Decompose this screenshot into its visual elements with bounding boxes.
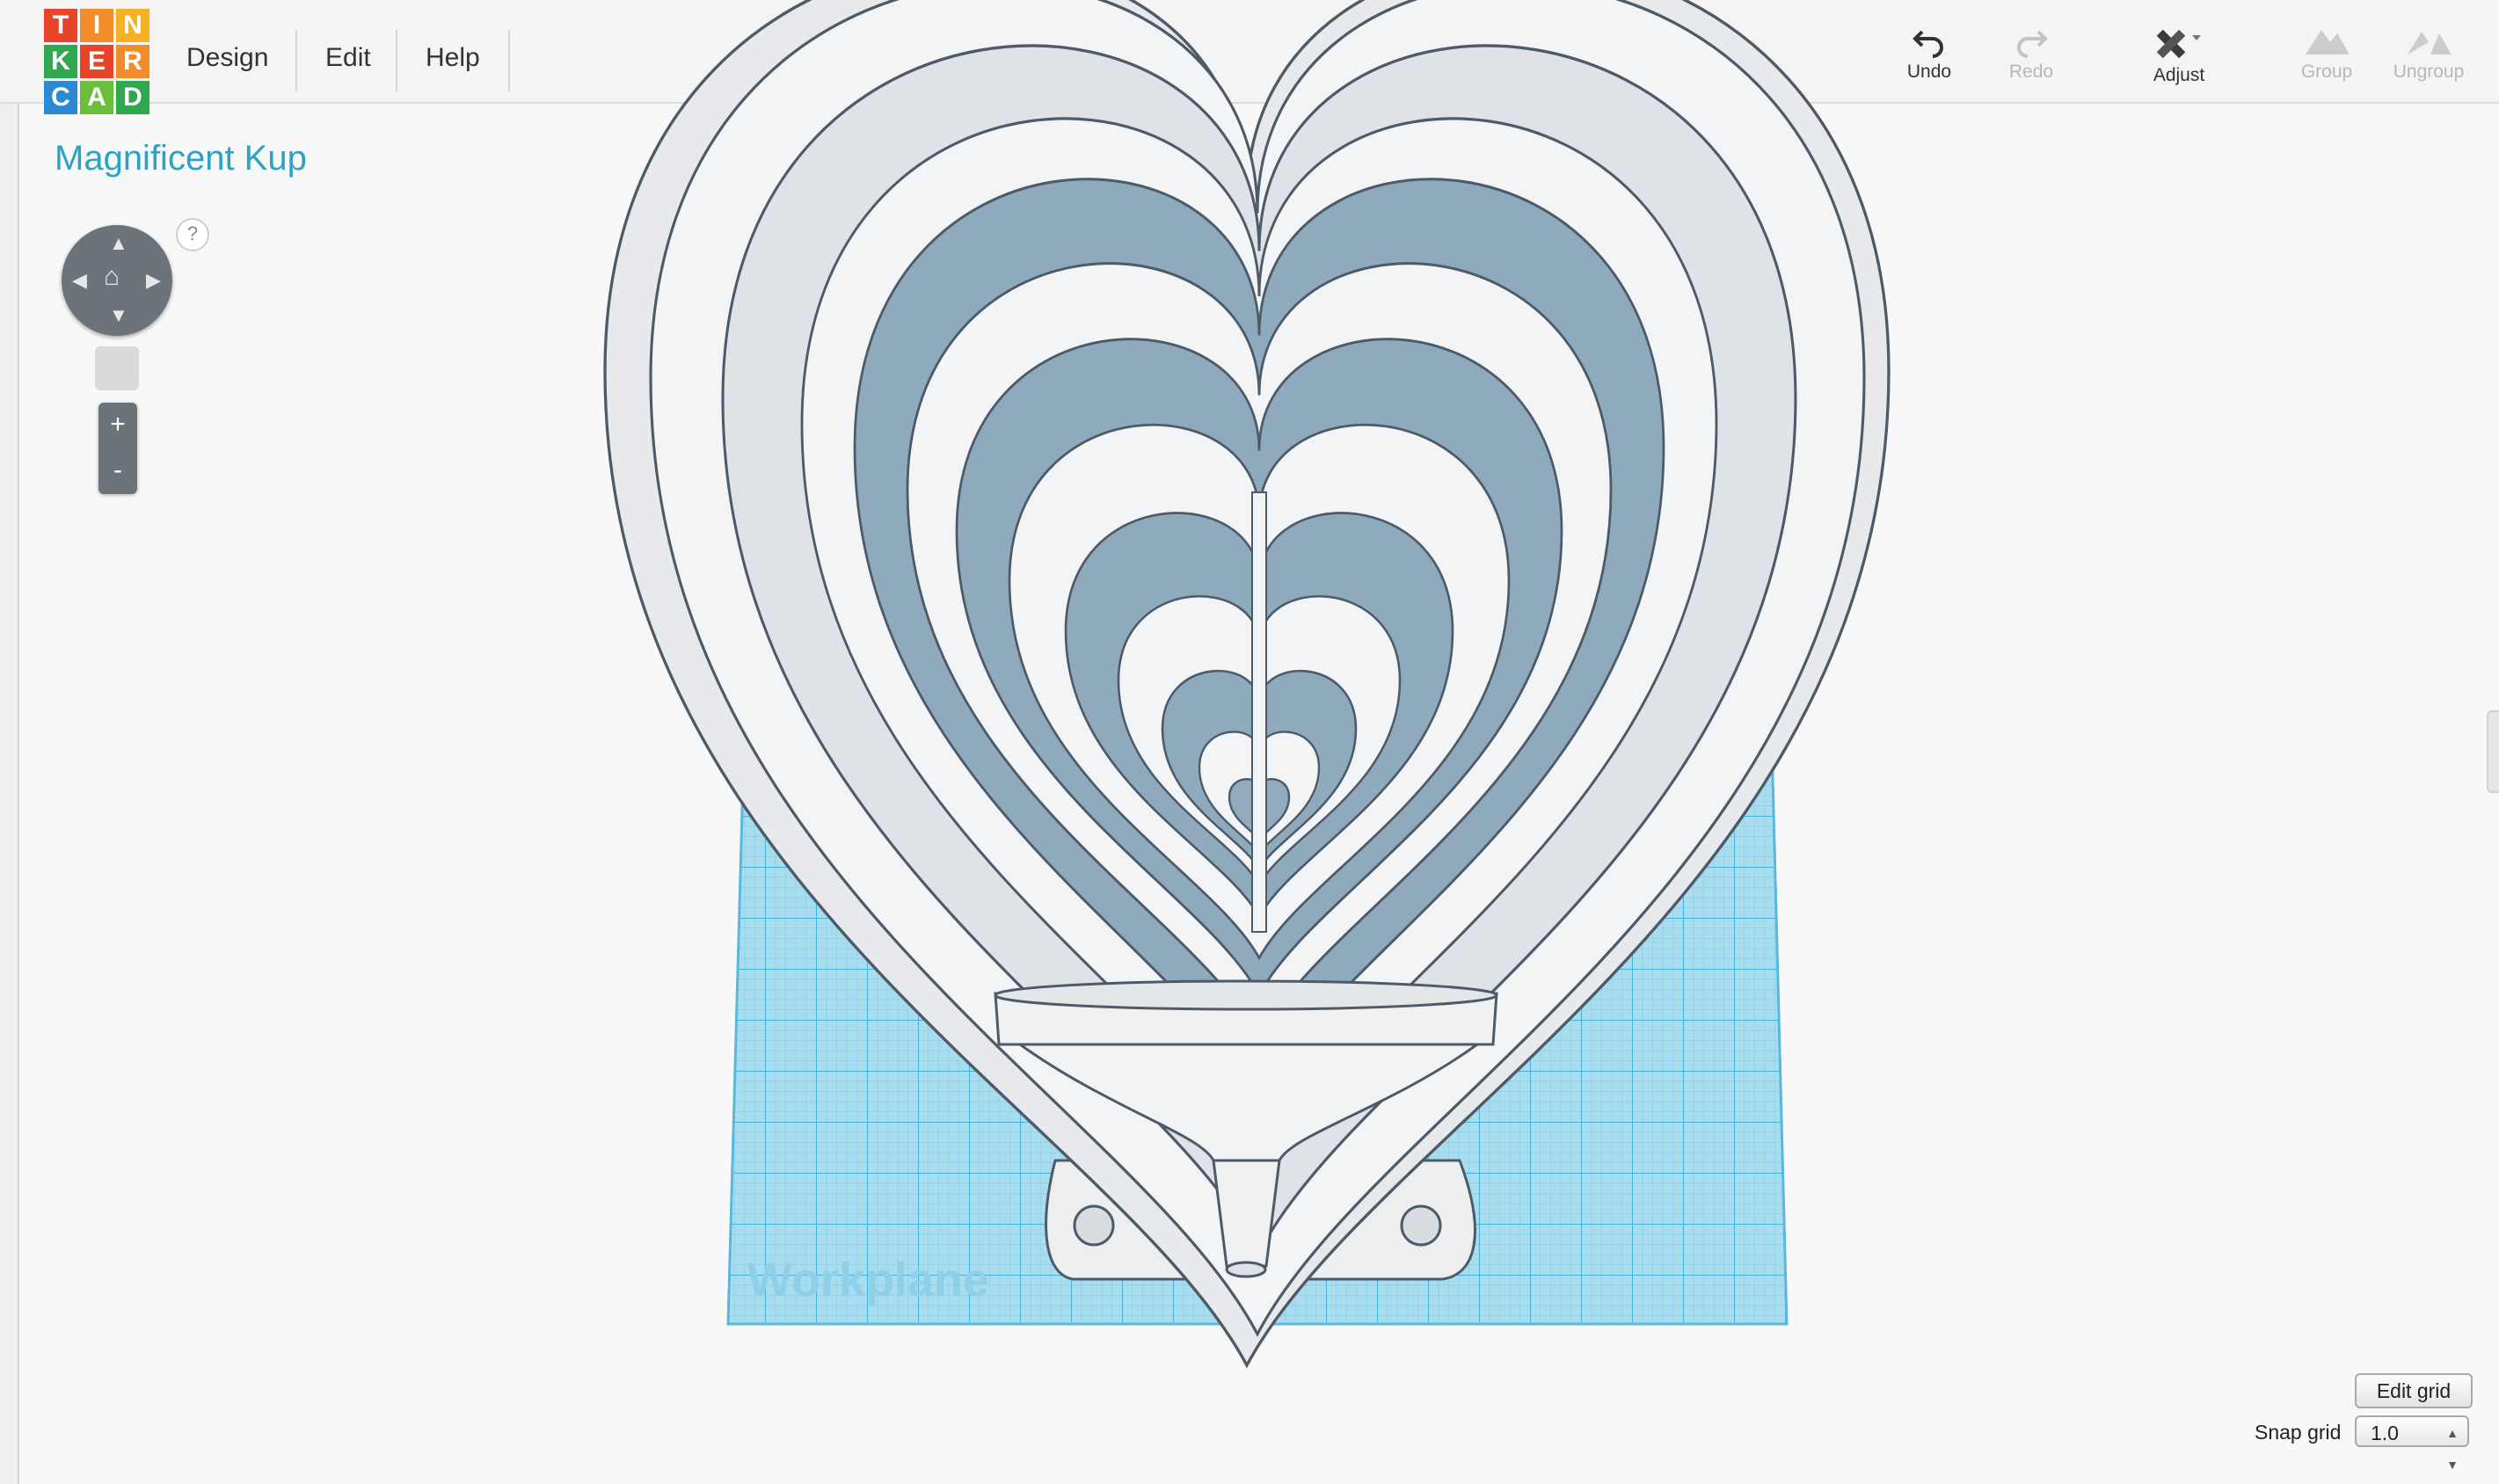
orbit-left-icon[interactable]: ◀ [72, 271, 87, 290]
tinkercad-logo[interactable]: TIN KER CAD [44, 9, 151, 116]
3d-viewport[interactable]: Workplane [0, 0, 2499, 1484]
snap-grid-select[interactable]: 1.0 ▲ ▼ [2355, 1415, 2469, 1472]
logo-letter: E [80, 45, 113, 78]
orbit-down-icon[interactable]: ▼ [109, 306, 128, 325]
zoom-control: + - [98, 403, 137, 494]
orbit-right-icon[interactable]: ▶ [146, 271, 161, 290]
view-cube-icon[interactable] [95, 346, 139, 390]
logo-letter: I [80, 9, 113, 42]
help-button[interactable]: ? [176, 218, 209, 251]
side-panel-handle[interactable] [2487, 710, 2499, 793]
select-arrows-icon: ▲ ▼ [2446, 1426, 2459, 1472]
logo-letter: R [116, 45, 149, 78]
logo-letter: C [44, 81, 77, 114]
view-nav-control[interactable]: ▲ ▼ ◀ ▶ ⌂ [62, 225, 172, 336]
zoom-in-button[interactable]: + [98, 403, 137, 447]
snap-grid-label: Snap grid [2255, 1421, 2342, 1444]
logo-letter: N [116, 9, 149, 42]
snap-grid-value: 1.0 [2371, 1422, 2399, 1444]
edit-grid-button[interactable]: Edit grid [2355, 1373, 2473, 1408]
home-view-icon[interactable]: ⌂ [104, 264, 120, 290]
zoom-out-button[interactable]: - [98, 448, 137, 492]
logo-letter: D [116, 81, 149, 114]
logo-letter: A [80, 81, 113, 114]
workplane-label: Workplane [747, 1254, 989, 1306]
logo-letter: T [44, 9, 77, 42]
design-title[interactable]: Magnificent Kup [55, 139, 307, 178]
logo-letter: K [44, 45, 77, 78]
orbit-up-icon[interactable]: ▲ [109, 234, 128, 253]
